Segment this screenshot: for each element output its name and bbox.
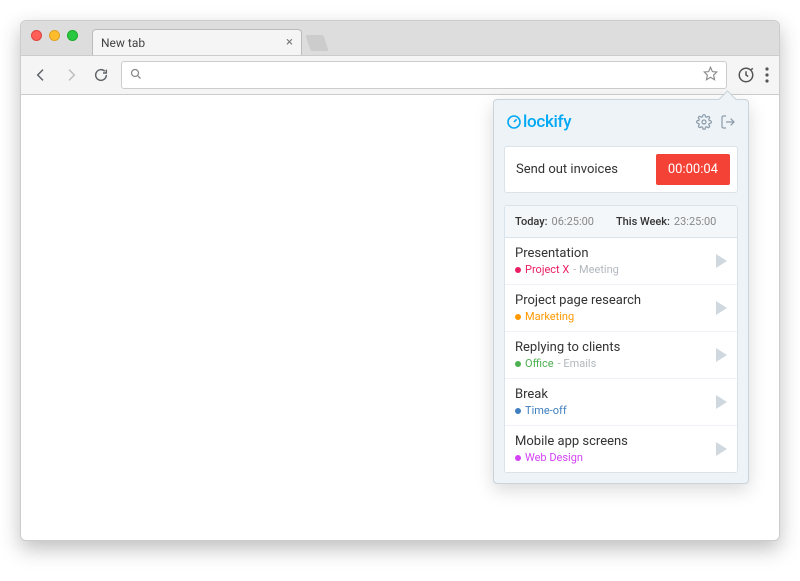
entry-meta: Time-off [515, 404, 708, 417]
forward-button[interactable] [61, 65, 81, 85]
clockify-logo-icon [506, 114, 522, 130]
entries-list: Presentation Project X - Meeting Project p… [505, 238, 737, 472]
summary-week-label: This Week: [616, 215, 670, 228]
window-controls [31, 21, 78, 55]
entry-project: Web Design [525, 451, 583, 464]
play-icon[interactable] [716, 395, 727, 409]
entry-main: Replying to clients Office - Emails [515, 340, 708, 370]
entry-title: Mobile app screens [515, 434, 708, 449]
bookmark-star-icon[interactable] [703, 66, 718, 85]
time-entry[interactable]: Presentation Project X - Meeting [505, 238, 737, 285]
browser-tab[interactable]: New tab × [92, 29, 302, 55]
toolbar [21, 55, 779, 95]
entry-main: Mobile app screens Web Design [515, 434, 708, 464]
active-tracker: Send out invoices 00:00:04 [504, 146, 738, 193]
clockify-popup: lockify Send out invoices 00:00:04 [493, 99, 749, 484]
browser-window: New tab × [20, 20, 780, 541]
minimize-window-button[interactable] [49, 30, 60, 41]
play-icon[interactable] [716, 301, 727, 315]
entries-panel: Today: 06:25:00 This Week: 23:25:00 Pres… [504, 205, 738, 473]
popup-header: lockify [504, 110, 738, 136]
entry-meta: Web Design [515, 451, 708, 464]
summary-bar: Today: 06:25:00 This Week: 23:25:00 [505, 206, 737, 238]
entry-project: Office [525, 357, 554, 370]
titlebar: New tab × [21, 21, 779, 55]
maximize-window-button[interactable] [67, 30, 78, 41]
back-button[interactable] [31, 65, 51, 85]
entry-project: Marketing [525, 310, 574, 323]
entry-main: Presentation Project X - Meeting [515, 246, 708, 276]
time-entry[interactable]: Break Time-off [505, 379, 737, 426]
project-color-dot [515, 361, 521, 367]
tracker-description[interactable]: Send out invoices [512, 162, 656, 177]
play-icon[interactable] [716, 348, 727, 362]
url-input[interactable] [148, 68, 697, 83]
entry-project: Project X [525, 263, 569, 276]
close-window-button[interactable] [31, 30, 42, 41]
entry-title: Replying to clients [515, 340, 708, 355]
timer-elapsed: 00:00:04 [668, 162, 718, 177]
entry-title: Presentation [515, 246, 708, 261]
time-entry[interactable]: Replying to clients Office - Emails [505, 332, 737, 379]
entry-meta: Project X - Meeting [515, 263, 708, 276]
close-tab-icon[interactable]: × [286, 35, 293, 50]
clockify-logo-text: lockify [523, 112, 571, 132]
project-color-dot [515, 267, 521, 273]
clockify-logo: lockify [506, 112, 571, 132]
time-entry[interactable]: Project page research Marketing [505, 285, 737, 332]
time-entry[interactable]: Mobile app screens Web Design [505, 426, 737, 472]
summary-today-value: 06:25:00 [552, 215, 594, 228]
summary-today-label: Today: [515, 215, 548, 228]
entry-title: Project page research [515, 293, 708, 308]
project-color-dot [515, 408, 521, 414]
clockify-extension-icon[interactable] [737, 66, 755, 84]
entry-main: Project page research Marketing [515, 293, 708, 323]
reload-button[interactable] [91, 65, 111, 85]
entry-meta: Office - Emails [515, 357, 708, 370]
entry-meta: Marketing [515, 310, 708, 323]
tab-title: New tab [101, 36, 145, 50]
browser-menu-icon[interactable] [765, 67, 769, 83]
entry-tag: - Emails [558, 357, 597, 370]
project-color-dot [515, 455, 521, 461]
play-icon[interactable] [716, 442, 727, 456]
project-color-dot [515, 314, 521, 320]
search-icon [130, 68, 142, 83]
entry-title: Break [515, 387, 708, 402]
entry-project: Time-off [525, 404, 567, 417]
page-content: lockify Send out invoices 00:00:04 [21, 95, 779, 540]
logout-icon[interactable] [720, 114, 736, 130]
new-tab-button[interactable] [305, 35, 328, 51]
address-bar[interactable] [121, 61, 727, 89]
entry-main: Break Time-off [515, 387, 708, 417]
summary-week-value: 23:25:00 [674, 215, 716, 228]
entry-tag: - Meeting [573, 263, 619, 276]
timer-stop-button[interactable]: 00:00:04 [656, 154, 730, 185]
play-icon[interactable] [716, 254, 727, 268]
settings-icon[interactable] [696, 114, 712, 130]
